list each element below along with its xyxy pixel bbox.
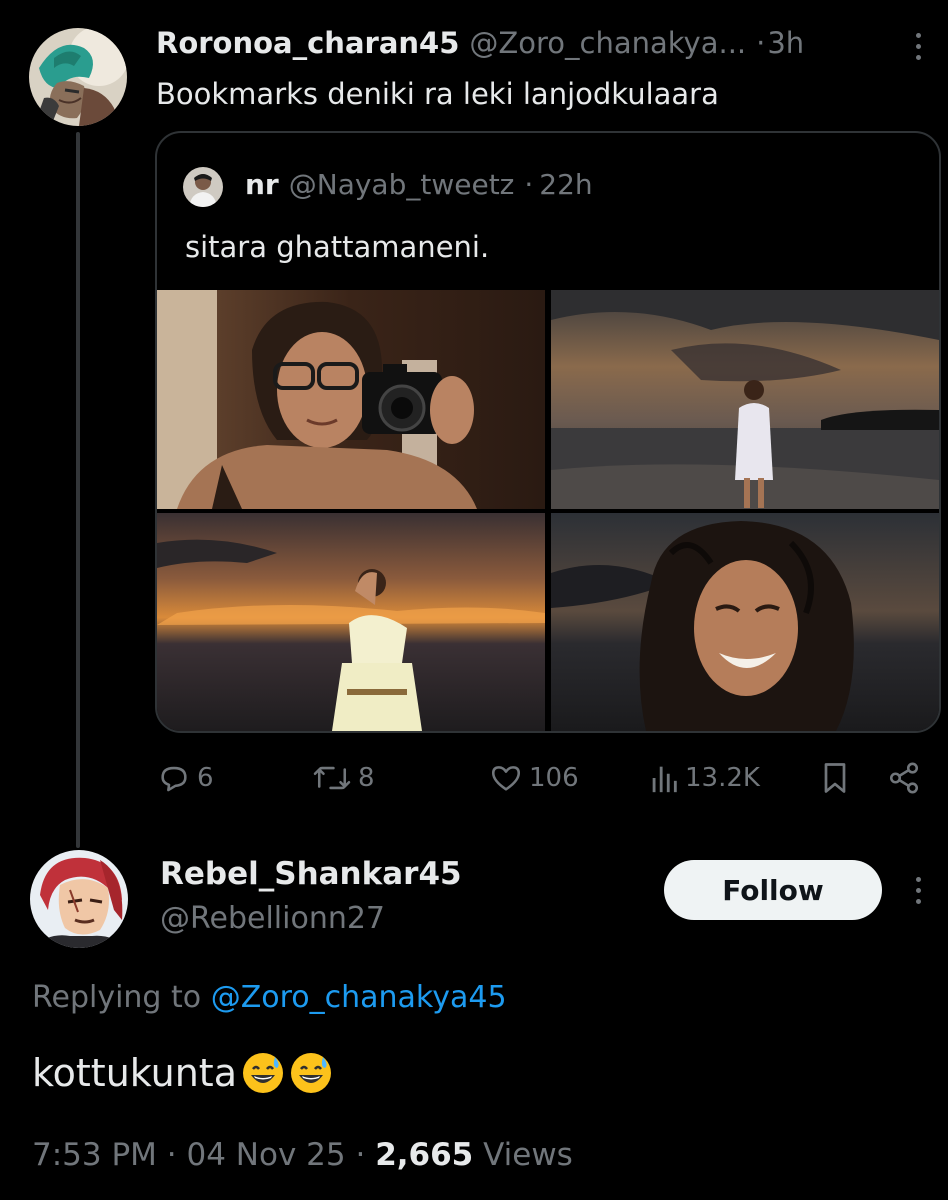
retweet-button[interactable]: 8	[312, 754, 375, 802]
like-count: 106	[529, 763, 579, 793]
reply-button[interactable]: 6	[157, 754, 214, 802]
replying-to-mention-link[interactable]: @Zoro_chanakya45	[211, 980, 507, 1015]
views-label: Views	[483, 1137, 573, 1173]
reply-date[interactable]: 04 Nov 25	[187, 1137, 346, 1173]
separator-dot: ·	[166, 1137, 177, 1173]
parent-time[interactable]: 3h	[767, 22, 804, 64]
retweet-icon	[313, 766, 351, 790]
share-icon	[889, 762, 919, 794]
grinning-sweat-emoji	[241, 1051, 285, 1095]
shanks-avatar[interactable]	[30, 850, 128, 948]
parent-handle[interactable]: @Zoro_chanakya...	[469, 22, 746, 64]
parent-display-name[interactable]: Roronoa_charan45	[156, 22, 459, 64]
more-options-icon[interactable]	[908, 26, 928, 66]
quoted-display-name: nr	[245, 168, 279, 201]
thread-connector-line	[76, 132, 80, 848]
separator-dot: ·	[355, 1137, 366, 1173]
separator-dot: ·	[756, 26, 766, 60]
parent-tweet-header: Roronoa_charan45 @Zoro_chanakya... · 3h	[156, 22, 916, 64]
replying-prefix: Replying to	[32, 980, 202, 1015]
reply-display-name[interactable]: Rebel_Shankar45	[160, 852, 462, 896]
reply-meta-line: 7:53 PM · 04 Nov 25 · 2,665 Views	[32, 1132, 573, 1178]
follow-button[interactable]: Follow	[664, 860, 882, 920]
reply-count: 6	[197, 763, 214, 793]
views-total: 2,665	[375, 1137, 474, 1173]
bookmark-icon	[824, 763, 846, 793]
like-button[interactable]: 106	[489, 754, 579, 802]
smiling-curly-hair-photo[interactable]	[551, 513, 939, 731]
quoted-user-avatar	[183, 167, 223, 207]
quoted-time: 22h	[539, 168, 593, 201]
reply-tweet-text: kottukunta	[32, 1046, 333, 1100]
sunset-white-dress-photo[interactable]	[157, 513, 545, 731]
tweet-thread: Roronoa_charan45 @Zoro_chanakya... · 3h …	[0, 0, 948, 1200]
zoro-avatar[interactable]	[29, 28, 127, 126]
beach-sunset-photo[interactable]	[551, 290, 939, 509]
more-options-icon[interactable]	[908, 870, 928, 910]
quoted-tweet-card[interactable]: nr @Nayab_tweetz · 22h sitara ghattamane…	[155, 131, 941, 733]
reply-icon	[161, 766, 187, 792]
views-button[interactable]: 13.2K	[649, 754, 760, 802]
quoted-tweet-header: nr @Nayab_tweetz · 22h	[245, 165, 593, 205]
heart-icon	[491, 766, 521, 791]
quoted-handle: @Nayab_tweetz	[288, 168, 515, 201]
grinning-sweat-emoji	[289, 1051, 333, 1095]
parent-tweet-text: Bookmarks deniki ra leki lanjodkulaara	[156, 77, 719, 111]
views-chart-icon	[652, 766, 677, 793]
bookmark-button[interactable]	[820, 754, 850, 802]
separator-dot: ·	[524, 168, 534, 201]
mirror-selfie-photo[interactable]	[157, 290, 545, 509]
reply-time[interactable]: 7:53 PM	[32, 1137, 157, 1173]
photo-grid	[157, 290, 939, 731]
reply-text-body: kottukunta	[32, 1051, 237, 1095]
retweet-count: 8	[358, 763, 375, 793]
views-count: 13.2K	[685, 763, 760, 793]
replying-to-line: Replying to @Zoro_chanakya45	[32, 976, 507, 1020]
tweet-action-bar: 6 8 106 13.2K	[155, 754, 935, 802]
quoted-tweet-text: sitara ghattamaneni.	[185, 230, 490, 264]
reply-handle[interactable]: @Rebellionn27	[160, 898, 385, 940]
share-button[interactable]	[887, 754, 921, 802]
